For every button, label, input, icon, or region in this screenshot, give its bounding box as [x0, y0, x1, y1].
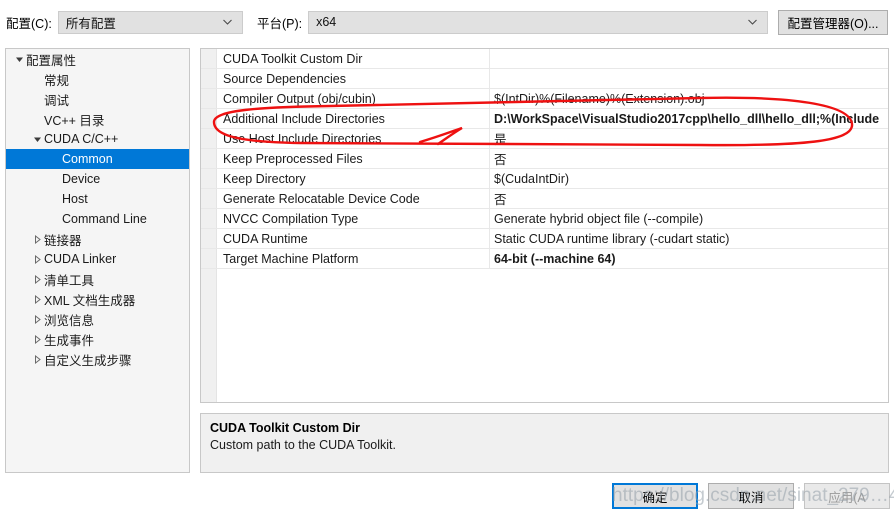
tree-item[interactable]: 自定义生成步骤 [6, 349, 189, 369]
property-name: CUDA Toolkit Custom Dir [201, 49, 490, 68]
property-value[interactable]: 否 [490, 189, 888, 208]
property-row[interactable]: Additional Include Directories D:\WorkSpa… [201, 109, 888, 129]
property-value[interactable]: 是 [490, 129, 888, 148]
property-value[interactable]: 64-bit (--machine 64) [490, 249, 888, 268]
tree-item-label: 自定义生成步骤 [44, 353, 132, 368]
property-value[interactable]: D:\WorkSpace\VisualStudio2017cpp\hello_d… [490, 109, 888, 128]
triangle-down-icon[interactable] [12, 55, 26, 64]
tree-item-label: CUDA Linker [44, 252, 117, 266]
tree-item[interactable]: Host [6, 189, 189, 209]
property-row[interactable]: Compiler Output (obj/cubin) $(IntDir)%(Fi… [201, 89, 888, 109]
tree-item[interactable]: Command Line [6, 209, 189, 229]
property-tree-panel: 配置属性常规调试 VC++ 目录 CUDA C/C++ Common Device Hos… [5, 48, 190, 473]
tree-item-label: Common [62, 152, 113, 166]
property-row[interactable]: NVCC Compilation Type Generate hybrid obj… [201, 209, 888, 229]
tree-item[interactable]: VC++ 目录 [6, 109, 189, 129]
property-row[interactable]: Keep Preprocessed Files 否 [201, 149, 888, 169]
property-name: Keep Directory [201, 169, 490, 188]
tree-item[interactable]: CUDA C/C++ [6, 129, 189, 149]
chevron-down-icon [747, 17, 758, 28]
platform-combobox[interactable]: x64 [308, 10, 768, 34]
tree-item-label: VC++ 目录 [44, 113, 105, 128]
property-name: Keep Preprocessed Files [201, 149, 490, 168]
property-name: Generate Relocatable Device Code [201, 189, 490, 208]
tree-item-label: 清单工具 [44, 273, 95, 288]
tree-item-label: 浏览信息 [44, 313, 95, 328]
tree-item-label: 调试 [44, 93, 70, 108]
property-value[interactable]: $(CudaIntDir) [490, 169, 888, 188]
property-row[interactable]: Generate Relocatable Device Code 否 [201, 189, 888, 209]
description-title: CUDA Toolkit Custom Dir [210, 421, 360, 435]
property-row[interactable]: Source Dependencies [201, 69, 888, 89]
property-row[interactable]: CUDA Runtime Static CUDA runtime library … [201, 229, 888, 249]
triangle-right-icon[interactable] [30, 294, 44, 304]
property-tree-list: 配置属性常规调试 VC++ 目录 CUDA C/C++ Common Device Hos… [6, 49, 189, 369]
tree-item[interactable]: 生成事件 [6, 329, 189, 349]
property-name: Use Host Include Directories [201, 129, 490, 148]
tree-item[interactable]: 配置属性 [6, 49, 189, 69]
tree-item-label: 配置属性 [26, 53, 77, 68]
ok-button[interactable]: 确定 [612, 483, 698, 509]
property-name: Compiler Output (obj/cubin) [201, 89, 490, 108]
tree-item[interactable]: CUDA Linker [6, 249, 189, 269]
configuration-label: 配置(C): [6, 16, 52, 31]
tree-item-label: 链接器 [44, 233, 82, 248]
description-text: Custom path to the CUDA Toolkit. [210, 438, 396, 452]
tree-item[interactable]: 调试 [6, 89, 189, 109]
configuration-combobox-value: 所有配置 [65, 16, 116, 31]
platform-combobox-value: x64 [316, 15, 337, 29]
property-grid-rows: CUDA Toolkit Custom Dir Source Dependenci… [201, 49, 888, 269]
property-name: Target Machine Platform [201, 249, 490, 268]
tree-item[interactable]: 清单工具 [6, 269, 189, 289]
tree-item[interactable]: XML 文档生成器 [6, 289, 189, 309]
dialog-button-bar: 确定 取消 应用(A [0, 473, 894, 519]
description-panel: CUDA Toolkit Custom Dir Custom path to t… [200, 413, 889, 473]
tree-item-label: 生成事件 [44, 333, 95, 348]
tree-item[interactable]: Common [6, 149, 189, 169]
configuration-combobox[interactable]: 所有配置 [57, 10, 243, 34]
tree-item[interactable]: Device [6, 169, 189, 189]
tree-item-label: CUDA C/C++ [44, 132, 119, 146]
triangle-right-icon[interactable] [30, 254, 44, 264]
property-row[interactable]: Target Machine Platform 64-bit (--machine… [201, 249, 888, 269]
chevron-down-icon [222, 17, 233, 28]
property-name: Source Dependencies [201, 69, 490, 88]
property-value[interactable] [490, 69, 888, 88]
tree-item-label: Command Line [62, 212, 147, 226]
apply-button[interactable]: 应用(A [804, 483, 890, 509]
triangle-right-icon[interactable] [30, 314, 44, 324]
property-value[interactable]: Generate hybrid object file (--compile) [490, 209, 888, 228]
tree-item-label: Device [62, 172, 101, 186]
tree-item[interactable]: 浏览信息 [6, 309, 189, 329]
cancel-button[interactable]: 取消 [708, 483, 794, 509]
tree-item-label: 常规 [44, 73, 70, 88]
tree-item-label: Host [62, 192, 88, 206]
property-name: CUDA Runtime [201, 229, 490, 248]
property-value[interactable] [490, 49, 888, 68]
property-row[interactable]: Keep Directory $(CudaIntDir) [201, 169, 888, 189]
property-grid-panel: CUDA Toolkit Custom Dir Source Dependenci… [200, 48, 889, 403]
triangle-right-icon[interactable] [30, 274, 44, 284]
property-name: NVCC Compilation Type [201, 209, 490, 228]
property-value[interactable]: $(IntDir)%(Filename)%(Extension).obj [490, 89, 888, 108]
tree-item[interactable]: 常规 [6, 69, 189, 89]
property-row[interactable]: Use Host Include Directories 是 [201, 129, 888, 149]
triangle-down-icon[interactable] [30, 135, 44, 144]
tree-item-label: XML 文档生成器 [44, 293, 136, 308]
configuration-manager-button[interactable]: 配置管理器(O)... [778, 9, 888, 35]
triangle-right-icon[interactable] [30, 334, 44, 344]
configuration-toolbar: 配置(C): 所有配置 平台(P): x64 配置管理器(O)... [0, 0, 894, 44]
triangle-right-icon[interactable] [30, 234, 44, 244]
triangle-right-icon[interactable] [30, 354, 44, 364]
property-row[interactable]: CUDA Toolkit Custom Dir [201, 49, 888, 69]
property-name: Additional Include Directories [201, 109, 490, 128]
property-value[interactable]: Static CUDA runtime library (-cudart sta… [490, 229, 888, 248]
platform-label: 平台(P): [256, 16, 303, 31]
property-value[interactable]: 否 [490, 149, 888, 168]
tree-item[interactable]: 链接器 [6, 229, 189, 249]
